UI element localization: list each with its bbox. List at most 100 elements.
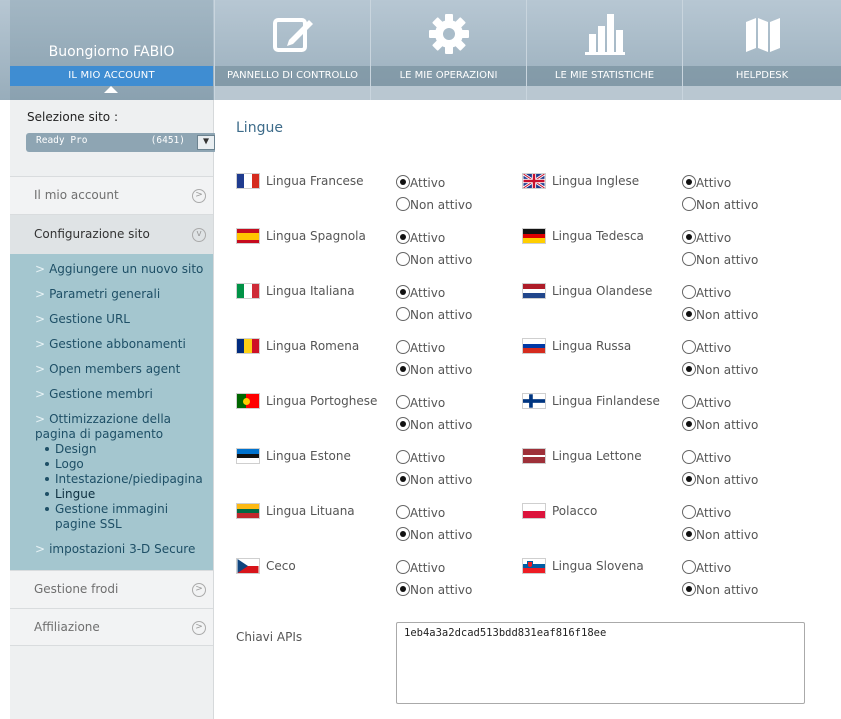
radio-active[interactable]: Attivo: [396, 560, 445, 575]
radio-active-circle[interactable]: [396, 450, 410, 464]
radio-active[interactable]: Attivo: [682, 450, 731, 465]
tab-helpdesk[interactable]: HELPDESK: [682, 0, 841, 100]
radio-active-circle[interactable]: [396, 285, 410, 299]
tab-my-statistics-label: LE MIE STATISTICHE: [527, 66, 682, 86]
submenu-bullet-logo[interactable]: Logo: [45, 457, 84, 472]
language-row-lingua-russa: Lingua Russa Attivo Non attivo: [522, 338, 802, 388]
radio-inactive-circle[interactable]: [682, 197, 696, 211]
chevron-down-icon[interactable]: ▼: [197, 135, 215, 150]
submenu-bullet-languages[interactable]: Lingue: [45, 487, 95, 502]
radio-active-circle[interactable]: [396, 505, 410, 519]
radio-inactive[interactable]: Non attivo: [682, 582, 758, 597]
radio-inactive[interactable]: Non attivo: [396, 582, 472, 597]
submenu-bullet-header-footer[interactable]: Intestazione/piedipagina: [45, 472, 203, 487]
radio-inactive[interactable]: Non attivo: [682, 417, 758, 432]
radio-inactive[interactable]: Non attivo: [396, 527, 472, 542]
radio-inactive[interactable]: Non attivo: [396, 472, 472, 487]
radio-inactive[interactable]: Non attivo: [396, 307, 472, 322]
submenu-link-add-site[interactable]: > Aggiungere un nuovo sito: [35, 262, 203, 276]
sidebar-item-site-configuration[interactable]: Configurazione sito v: [10, 214, 213, 254]
radio-active[interactable]: Attivo: [396, 505, 445, 520]
site-select[interactable]: Ready Pro (6451) ▼: [26, 133, 217, 152]
submenu-bullet-design[interactable]: Design: [45, 442, 96, 457]
radio-inactive[interactable]: Non attivo: [682, 527, 758, 542]
submenu-link-members[interactable]: > Gestione membri: [35, 387, 153, 401]
radio-active-circle[interactable]: [396, 395, 410, 409]
radio-active-circle[interactable]: [682, 175, 696, 189]
radio-inactive-circle[interactable]: [396, 582, 410, 596]
radio-active-circle[interactable]: [682, 505, 696, 519]
radio-active-circle[interactable]: [682, 560, 696, 574]
radio-active[interactable]: Attivo: [396, 175, 445, 190]
submenu-bullet-ssl-images[interactable]: Gestione immagini pagine SSL: [45, 502, 205, 532]
radio-active[interactable]: Attivo: [682, 560, 731, 575]
radio-inactive-circle[interactable]: [396, 527, 410, 541]
submenu-link-3d-secure[interactable]: > impostazioni 3-D Secure: [35, 542, 195, 556]
radio-inactive-circle[interactable]: [396, 417, 410, 431]
radio-inactive-circle[interactable]: [682, 307, 696, 321]
radio-inactive-circle[interactable]: [682, 472, 696, 486]
submenu-link-url-management[interactable]: > Gestione URL: [35, 312, 130, 326]
tab-my-operations-label: LE MIE OPERAZIONI: [371, 66, 526, 86]
radio-active-circle[interactable]: [682, 285, 696, 299]
language-name: Lingua Lituana: [266, 504, 355, 518]
radio-inactive-circle[interactable]: [396, 472, 410, 486]
sidebar-item-my-account[interactable]: Il mio account >: [10, 176, 213, 214]
radio-active[interactable]: Attivo: [682, 175, 731, 190]
radio-active[interactable]: Attivo: [682, 285, 731, 300]
radio-active[interactable]: Attivo: [396, 340, 445, 355]
radio-active-circle[interactable]: [682, 230, 696, 244]
radio-active-circle[interactable]: [682, 450, 696, 464]
radio-inactive[interactable]: Non attivo: [682, 252, 758, 267]
radio-inactive-circle[interactable]: [682, 252, 696, 266]
radio-inactive-circle[interactable]: [396, 307, 410, 321]
sidebar-item-label: Gestione frodi: [34, 582, 119, 596]
submenu-section-payment-page[interactable]: > Ottimizzazione della pagina di pagament…: [35, 412, 210, 442]
radio-inactive[interactable]: Non attivo: [396, 252, 472, 267]
sidebar-item-affiliation[interactable]: Affiliazione >: [10, 608, 213, 646]
radio-inactive-circle[interactable]: [682, 527, 696, 541]
radio-active[interactable]: Attivo: [682, 230, 731, 245]
radio-active[interactable]: Attivo: [396, 285, 445, 300]
sidebar-item-fraud-management[interactable]: Gestione frodi >: [10, 570, 213, 608]
language-row-lingua-tedesca: Lingua Tedesca Attivo Non attivo: [522, 228, 802, 278]
tab-my-account[interactable]: IL MIO ACCOUNT: [10, 66, 213, 86]
radio-inactive-circle[interactable]: [682, 417, 696, 431]
radio-inactive-circle[interactable]: [682, 362, 696, 376]
radio-inactive[interactable]: Non attivo: [682, 472, 758, 487]
radio-active-circle[interactable]: [396, 340, 410, 354]
submenu-link-subscriptions[interactable]: > Gestione abbonamenti: [35, 337, 186, 351]
tab-my-statistics[interactable]: LE MIE STATISTICHE: [526, 0, 682, 100]
radio-active-circle[interactable]: [682, 340, 696, 354]
tab-control-panel[interactable]: PANNELLO DI CONTROLLO: [214, 0, 370, 100]
radio-active[interactable]: Attivo: [682, 340, 731, 355]
radio-inactive-circle[interactable]: [396, 197, 410, 211]
submenu-link-general-parameters[interactable]: > Parametri generali: [35, 287, 160, 301]
tab-my-operations[interactable]: LE MIE OPERAZIONI: [370, 0, 526, 100]
submenu-link-open-members-agent[interactable]: > Open members agent: [35, 362, 180, 376]
radio-inactive[interactable]: Non attivo: [396, 417, 472, 432]
radio-inactive[interactable]: Non attivo: [682, 362, 758, 377]
radio-inactive[interactable]: Non attivo: [396, 197, 472, 212]
radio-active[interactable]: Attivo: [682, 505, 731, 520]
api-keys-textarea[interactable]: 1eb4a3a2dcad513bdd831eaf816f18ee: [396, 622, 805, 704]
radio-inactive[interactable]: Non attivo: [682, 307, 758, 322]
language-row-ceco: Ceco Attivo Non attivo: [236, 558, 516, 608]
flag-icon: [236, 173, 260, 189]
flag-icon: [522, 503, 546, 519]
radio-inactive-circle[interactable]: [682, 582, 696, 596]
radio-inactive[interactable]: Non attivo: [682, 197, 758, 212]
flag-icon: [236, 228, 260, 244]
language-name: Ceco: [266, 559, 296, 573]
radio-active-circle[interactable]: [396, 175, 410, 189]
radio-active-circle[interactable]: [396, 230, 410, 244]
radio-inactive-circle[interactable]: [396, 362, 410, 376]
radio-active-circle[interactable]: [682, 395, 696, 409]
radio-active[interactable]: Attivo: [396, 395, 445, 410]
radio-inactive-circle[interactable]: [396, 252, 410, 266]
radio-active[interactable]: Attivo: [682, 395, 731, 410]
radio-active-circle[interactable]: [396, 560, 410, 574]
radio-active[interactable]: Attivo: [396, 450, 445, 465]
radio-active[interactable]: Attivo: [396, 230, 445, 245]
radio-inactive[interactable]: Non attivo: [396, 362, 472, 377]
